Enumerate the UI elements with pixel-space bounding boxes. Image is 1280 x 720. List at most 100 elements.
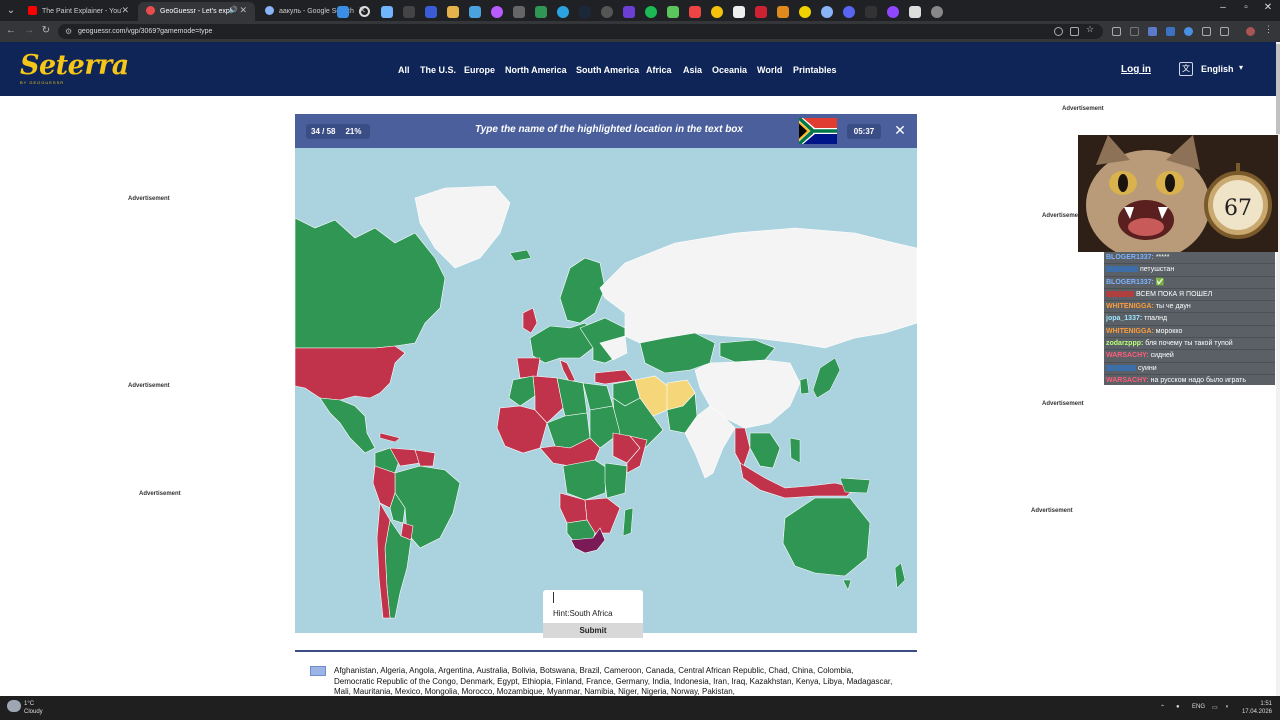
tab-youtube[interactable]: The Paint Explainer - YouTube ✕ xyxy=(20,2,137,21)
app-icon[interactable] xyxy=(535,6,547,18)
nav-south-america[interactable]: South America xyxy=(576,65,639,75)
file-explorer-icon[interactable] xyxy=(447,6,459,18)
app-icon[interactable] xyxy=(777,6,789,18)
input-language[interactable]: ENG xyxy=(1192,704,1205,710)
quiz-prompt: Type the name of the highlighted locatio… xyxy=(475,124,743,135)
answer-input[interactable] xyxy=(548,592,638,606)
country-kenya-tanzania xyxy=(604,462,628,499)
extension-icon[interactable] xyxy=(1184,27,1193,36)
nav-world[interactable]: World xyxy=(757,65,782,75)
app-icon[interactable] xyxy=(667,6,679,18)
window-close-icon[interactable]: ✕ xyxy=(1258,2,1278,13)
bookmark-star-icon[interactable]: ☆ xyxy=(1086,24,1095,34)
advertisement-label: Advertisement xyxy=(1042,401,1084,407)
language-selector[interactable]: English xyxy=(1201,64,1234,74)
taskbar-clock[interactable]: 1:51 17.04.2026 xyxy=(1236,700,1272,716)
seterra-logo[interactable]: Seterra xyxy=(20,50,129,81)
nav-north-america[interactable]: North America xyxy=(505,65,567,75)
zoom-icon[interactable] xyxy=(1054,27,1063,36)
maximize-icon[interactable]: ▫ xyxy=(1236,2,1256,13)
nav-europe[interactable]: Europe xyxy=(464,65,495,75)
extension-icon[interactable] xyxy=(1130,27,1139,36)
weather-widget[interactable]: 1°C Cloudy xyxy=(24,700,43,716)
timer: 05:37 xyxy=(847,124,881,139)
translate-icon[interactable]: 文 xyxy=(1179,62,1193,76)
minimize-icon[interactable]: – xyxy=(1213,2,1233,13)
microphone-icon[interactable]: ● xyxy=(1176,704,1180,710)
app-icon[interactable] xyxy=(755,6,767,18)
menu-dots-icon[interactable]: ⋮ xyxy=(1264,24,1273,34)
app-icon[interactable] xyxy=(403,6,415,18)
nav-asia[interactable]: Asia xyxy=(683,65,702,75)
chat-text: ВСЕМ ПОКА Я ПОШЕЛ xyxy=(1135,290,1213,298)
install-icon[interactable] xyxy=(1070,27,1079,36)
profile-avatar[interactable] xyxy=(1246,27,1255,36)
tab-close-icon[interactable]: ✕ xyxy=(121,2,129,19)
site-info-icon[interactable]: ⚙ xyxy=(65,24,72,39)
world-map[interactable] xyxy=(295,148,917,633)
spotify-icon[interactable] xyxy=(645,6,657,18)
steam-icon[interactable] xyxy=(579,6,591,18)
chat-text: ***** xyxy=(1155,254,1170,261)
extension-icon[interactable] xyxy=(1112,27,1121,36)
app-icon[interactable] xyxy=(821,6,833,18)
advertisement-label: Advertisement xyxy=(1062,106,1104,112)
back-icon[interactable]: ← xyxy=(5,25,17,37)
app-icon[interactable] xyxy=(513,6,525,18)
login-link[interactable]: Log in xyxy=(1121,64,1151,75)
obs-icon[interactable] xyxy=(931,6,943,18)
app-icon[interactable] xyxy=(799,6,811,18)
twitch-icon[interactable] xyxy=(887,6,899,18)
app-icon[interactable] xyxy=(425,6,437,18)
app-icon[interactable] xyxy=(469,6,481,18)
reload-icon[interactable]: ↻ xyxy=(40,25,52,37)
close-icon[interactable]: ✕ xyxy=(893,122,907,138)
start-icon[interactable] xyxy=(337,6,349,18)
tab-close-icon[interactable]: ✕ xyxy=(239,2,247,19)
extension-icon[interactable] xyxy=(1166,27,1175,36)
extension-icon[interactable] xyxy=(1202,27,1211,36)
screen: ⌄ The Paint Explainer - YouTube ✕ GeoGue… xyxy=(0,0,1280,720)
search-icon[interactable] xyxy=(359,6,370,17)
nav-all[interactable]: All xyxy=(398,65,410,75)
telegram-icon[interactable] xyxy=(557,6,569,18)
scrollbar-thumb[interactable] xyxy=(1276,44,1280,134)
app-icon[interactable] xyxy=(601,6,613,18)
discord-icon[interactable] xyxy=(843,6,855,18)
chat-message: WHITENIGGA: ты че даун xyxy=(1104,301,1275,314)
progress-count: 34 / 58 xyxy=(311,127,336,136)
advertisement-label: Advertisement xyxy=(128,383,170,389)
widgets-icon[interactable] xyxy=(381,6,393,18)
nav-us[interactable]: The U.S. xyxy=(420,65,456,75)
answers-list: Afghanistan, Algeria, Angola, Argentina,… xyxy=(334,666,893,696)
submit-button[interactable]: Submit xyxy=(543,623,643,638)
extensions-puzzle-icon[interactable] xyxy=(1220,27,1229,36)
app-icon[interactable] xyxy=(733,6,745,18)
address-bar[interactable]: ⚙ geoguessr.com/vgp/3069?gamemode=type xyxy=(58,24,1103,39)
youtube-favicon-icon xyxy=(28,6,37,15)
forward-icon[interactable]: → xyxy=(23,25,35,37)
progress-counter: 34 / 58 21% xyxy=(306,124,370,139)
chrome-icon[interactable] xyxy=(711,6,723,18)
extension-icon[interactable] xyxy=(1148,27,1157,36)
app-icon[interactable] xyxy=(909,6,921,18)
advertisement-label: Advertisement xyxy=(1031,508,1073,514)
nav-africa[interactable]: Africa xyxy=(646,65,672,75)
app-icon[interactable] xyxy=(865,6,877,18)
tab-search-icon[interactable]: ⌄ xyxy=(4,4,18,18)
app-icon[interactable] xyxy=(491,6,503,18)
tab-google-search[interactable]: аакуль - Google Search ✕ xyxy=(257,2,374,21)
nav-printables[interactable]: Printables xyxy=(793,65,837,75)
chat-text: морокко xyxy=(1155,327,1183,335)
chat-text: петушстан xyxy=(1139,266,1175,274)
tray-chevron-icon[interactable]: ⌃ xyxy=(1160,704,1165,711)
hint-text: Hint:South Africa xyxy=(553,609,613,618)
app-icon[interactable] xyxy=(689,6,701,18)
nav-oceania[interactable]: Oceania xyxy=(712,65,747,75)
app-icon[interactable] xyxy=(623,6,635,18)
volume-icon[interactable]: ◖ xyxy=(1225,704,1229,710)
chevron-down-icon[interactable]: ▾ xyxy=(1239,63,1243,72)
tab-geoguessr[interactable]: GeoGuessr - Let's explore t 🔊 ✕ xyxy=(138,2,255,21)
network-icon[interactable]: ▭ xyxy=(1212,704,1218,711)
speaker-icon[interactable]: 🔊 xyxy=(229,2,238,19)
